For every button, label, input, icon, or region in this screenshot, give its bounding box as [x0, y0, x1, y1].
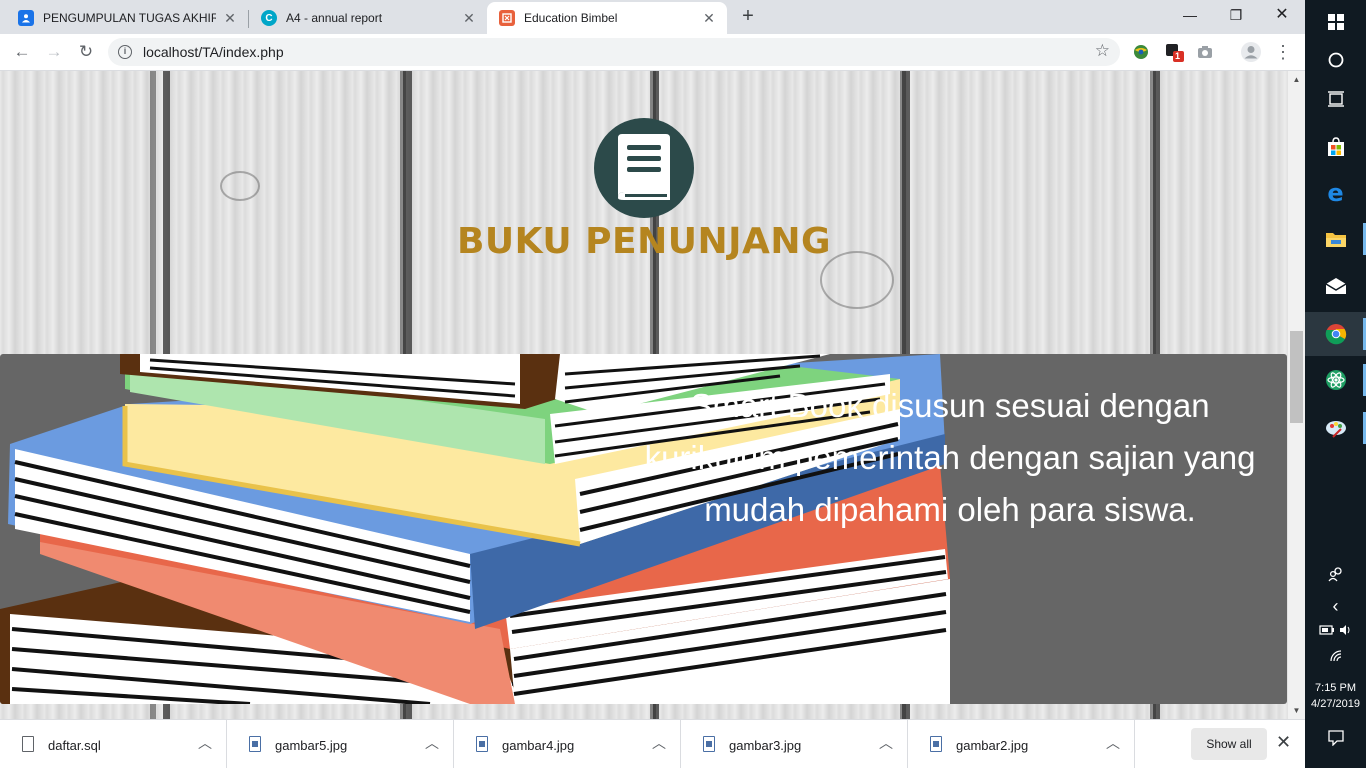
- windows-taskbar: e ‹ 7:15 PM 4/27/2019: [1305, 0, 1366, 768]
- download-filename: gambar3.jpg: [729, 738, 802, 753]
- download-bar: daftar.sql ︿ gambar5.jpg ︿ gambar4.jpg ︿…: [0, 719, 1305, 768]
- chevron-up-icon[interactable]: ︿: [879, 733, 893, 753]
- download-item[interactable]: gambar5.jpg ︿: [227, 720, 454, 768]
- url-text: localhost/TA/index.php: [143, 44, 284, 60]
- canva-icon: C: [261, 10, 277, 26]
- paint-icon[interactable]: [1305, 406, 1366, 450]
- image-file-icon: [930, 736, 942, 752]
- hero-description: Smart Book disusun sesuai dengan kurikul…: [644, 387, 1256, 528]
- book-logo: [594, 118, 694, 218]
- tab-pengumpulan[interactable]: PENGUMPULAN TUGAS AKHIR W ✕: [6, 2, 248, 34]
- extension-globe-icon[interactable]: [1132, 43, 1150, 61]
- tab-title: A4 - annual report: [286, 11, 383, 25]
- profile-avatar-icon[interactable]: [1240, 41, 1262, 63]
- atom-editor-icon[interactable]: [1305, 358, 1366, 402]
- download-filename: gambar4.jpg: [502, 738, 575, 753]
- book-icon: [618, 134, 670, 200]
- hero-banner: Smart Book disusun sesuai dengan kurikul…: [0, 354, 1287, 704]
- chevron-up-icon[interactable]: ︿: [198, 733, 212, 753]
- tab-education-bimbel[interactable]: Education Bimbel ✕: [487, 2, 727, 34]
- minimize-button[interactable]: —: [1167, 0, 1213, 30]
- browser-window: PENGUMPULAN TUGAS AKHIR W ✕ C A4 - annua…: [0, 0, 1305, 768]
- tab-title: PENGUMPULAN TUGAS AKHIR W: [43, 11, 216, 25]
- image-file-icon: [476, 736, 488, 752]
- chevron-up-icon[interactable]: ︿: [652, 733, 666, 753]
- chrome-icon[interactable]: [1305, 312, 1366, 356]
- address-bar[interactable]: i localhost/TA/index.php ☆: [108, 38, 1120, 66]
- close-window-button[interactable]: ✕: [1259, 0, 1305, 30]
- bookmark-star-icon[interactable]: ☆: [1095, 41, 1110, 61]
- show-all-downloads-button[interactable]: Show all: [1191, 728, 1267, 760]
- file-icon: [22, 736, 34, 752]
- close-download-bar-icon[interactable]: ✕: [1276, 732, 1291, 753]
- back-button[interactable]: ←: [9, 39, 35, 65]
- download-filename: gambar2.jpg: [956, 738, 1029, 753]
- menu-kebab-icon[interactable]: ⋮: [1270, 39, 1296, 65]
- chevron-up-icon[interactable]: ︿: [425, 733, 439, 753]
- extension-badge-icon[interactable]: 1: [1165, 43, 1184, 62]
- scrollbar-thumb[interactable]: [1290, 331, 1303, 423]
- action-center-icon[interactable]: [1305, 718, 1366, 758]
- download-filename: daftar.sql: [48, 738, 101, 753]
- chevron-up-icon[interactable]: ︿: [1106, 733, 1120, 753]
- camera-icon[interactable]: [1196, 43, 1214, 61]
- site-icon: [499, 10, 515, 26]
- new-tab-button[interactable]: +: [735, 6, 761, 28]
- browser-toolbar: ← → ↻ i localhost/TA/index.php ☆ 1 ⋮: [0, 34, 1305, 71]
- page-title: BUKU PENUNJANG: [456, 221, 832, 262]
- download-item[interactable]: gambar4.jpg ︿: [454, 720, 681, 768]
- download-filename: gambar5.jpg: [275, 738, 348, 753]
- forward-button[interactable]: →: [41, 39, 67, 65]
- download-item[interactable]: daftar.sql ︿: [0, 720, 227, 768]
- person-doc-icon: [18, 10, 34, 26]
- page-viewport: BUKU PENUNJANG Smart Book disusun sesuai…: [0, 71, 1288, 719]
- task-view-icon[interactable]: [1305, 77, 1366, 121]
- close-tab-icon[interactable]: ✕: [222, 10, 238, 27]
- download-item[interactable]: gambar2.jpg ︿: [908, 720, 1135, 768]
- scroll-down-arrow-icon[interactable]: ▼: [1288, 702, 1305, 719]
- reload-button[interactable]: ↻: [73, 39, 99, 65]
- close-tab-icon[interactable]: ✕: [461, 10, 477, 27]
- network-icon[interactable]: [1305, 636, 1366, 676]
- image-file-icon: [249, 736, 261, 752]
- clock-date[interactable]: 4/27/2019: [1305, 696, 1366, 712]
- mail-icon[interactable]: [1305, 264, 1366, 308]
- edge-browser-icon[interactable]: e: [1305, 171, 1366, 215]
- tab-a4-annual-report[interactable]: C A4 - annual report ✕: [249, 2, 487, 34]
- scroll-up-arrow-icon[interactable]: ▲: [1288, 71, 1305, 88]
- page-scrollbar[interactable]: ▲ ▼: [1288, 71, 1305, 719]
- close-tab-icon[interactable]: ✕: [701, 10, 717, 27]
- microsoft-store-icon[interactable]: [1305, 125, 1366, 169]
- battery-volume-icon[interactable]: [1318, 623, 1353, 637]
- cortana-search-icon[interactable]: [1305, 38, 1366, 82]
- wood-knot: [220, 171, 260, 201]
- download-item[interactable]: gambar3.jpg ︿: [681, 720, 908, 768]
- tab-strip: PENGUMPULAN TUGAS AKHIR W ✕ C A4 - annua…: [0, 0, 1305, 34]
- file-explorer-icon[interactable]: [1305, 217, 1366, 261]
- clock-time[interactable]: 7:15 PM: [1305, 680, 1366, 696]
- info-icon[interactable]: i: [118, 45, 132, 59]
- image-file-icon: [703, 736, 715, 752]
- extension-badge-count: 1: [1175, 51, 1181, 61]
- maximize-button[interactable]: ❐: [1213, 0, 1259, 30]
- tab-title: Education Bimbel: [524, 11, 618, 25]
